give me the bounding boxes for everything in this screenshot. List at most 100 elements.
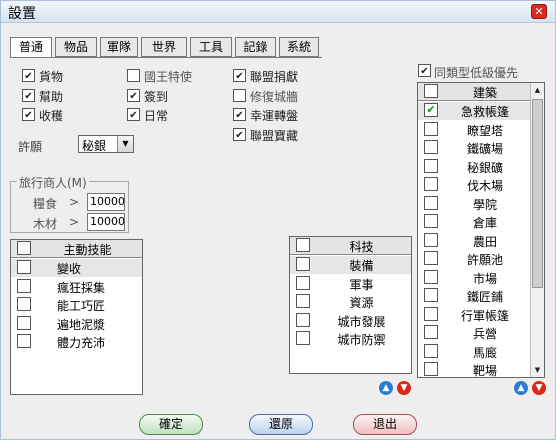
tab-1[interactable]: 物品 xyxy=(55,37,97,57)
item-checkbox[interactable] xyxy=(424,195,438,210)
tab-6[interactable]: 系統 xyxy=(279,37,319,57)
item-checkbox[interactable] xyxy=(17,260,31,274)
option-checkbox[interactable] xyxy=(233,108,246,121)
merchant-group: 旅行商人(M) 糧食 > 100000 木材 > 100000 xyxy=(10,174,129,233)
item-checkbox[interactable] xyxy=(424,325,438,339)
list-item[interactable]: 學院 xyxy=(418,195,530,213)
item-checkbox[interactable] xyxy=(17,297,31,311)
list-item[interactable]: 靶場 xyxy=(418,361,530,378)
item-checkbox[interactable] xyxy=(17,315,31,330)
skills-list[interactable]: 主動技能 變收 瘋狂採集 能工巧匠 遍地泥漿 體力充沛 xyxy=(10,239,143,395)
item-checkbox[interactable] xyxy=(424,177,438,191)
item-checkbox[interactable] xyxy=(296,331,310,345)
list-item[interactable]: 鐵礦場 xyxy=(418,139,530,157)
list-item[interactable]: 變收 xyxy=(11,259,142,277)
list-item-label: 城市發展 xyxy=(337,314,386,329)
wish-select[interactable]: 秘銀 ▼ xyxy=(78,135,134,153)
option-checkbox[interactable] xyxy=(22,69,35,82)
option-checkbox[interactable] xyxy=(233,127,246,141)
list-item[interactable]: 遍地泥漿 xyxy=(11,315,142,333)
list-item[interactable]: 能工巧匠 xyxy=(11,296,142,314)
item-checkbox[interactable] xyxy=(424,343,438,358)
select-all-checkbox[interactable] xyxy=(17,241,31,255)
list-item[interactable]: 農田 xyxy=(418,232,530,250)
option-checkbox[interactable] xyxy=(22,108,35,121)
select-all-checkbox[interactable] xyxy=(296,238,310,252)
reset-button[interactable]: 還原 xyxy=(249,414,313,435)
list-item[interactable]: 倉庫 xyxy=(418,213,530,231)
list-item[interactable]: 許願池 xyxy=(418,250,530,268)
list-item[interactable]: 體力充沛 xyxy=(11,333,142,351)
merchant-wood-input[interactable]: 100000 xyxy=(87,213,125,231)
close-icon[interactable]: ✕ xyxy=(531,4,547,19)
merchant-food-input[interactable]: 100000 xyxy=(87,193,125,211)
list-item-label: 農田 xyxy=(472,234,497,249)
option-checkbox[interactable] xyxy=(127,108,140,121)
item-checkbox[interactable] xyxy=(296,312,310,327)
item-checkbox[interactable] xyxy=(296,294,310,308)
item-checkbox[interactable] xyxy=(424,269,438,284)
list-item[interactable]: 鐵匠鋪 xyxy=(418,287,530,305)
arrow-down-icon[interactable]: ▼ xyxy=(532,381,546,395)
list-header: 科技 xyxy=(290,237,411,255)
list-item[interactable]: 兵營 xyxy=(418,324,530,342)
list-item-label: 行軍帳篷 xyxy=(460,308,509,323)
list-item-label: 裝備 xyxy=(349,259,374,273)
tab-3[interactable]: 世界 xyxy=(141,37,187,57)
list-item[interactable]: 裝備 xyxy=(290,256,411,274)
item-checkbox[interactable] xyxy=(424,214,438,228)
list-item-label: 城市防禦 xyxy=(337,333,386,347)
item-checkbox[interactable] xyxy=(424,288,438,302)
scroll-down-icon[interactable]: ▼ xyxy=(531,363,544,377)
scroll-up-icon[interactable]: ▲ xyxy=(531,83,544,97)
item-checkbox[interactable] xyxy=(296,275,310,290)
item-checkbox[interactable] xyxy=(17,334,31,348)
list-item[interactable]: 行軍帳篷 xyxy=(418,306,530,324)
chevron-down-icon[interactable]: ▼ xyxy=(117,136,133,152)
item-checkbox[interactable] xyxy=(424,251,438,265)
list-item[interactable]: 馬廄 xyxy=(418,343,530,361)
tab-0[interactable]: 普通 xyxy=(10,37,52,58)
scroll-thumb[interactable] xyxy=(532,99,543,288)
item-checkbox[interactable] xyxy=(424,140,438,154)
buildings-list[interactable]: 建築 ✔ 急救帳篷 瞭望塔 鐵礦場 秘銀礦 伐木場 學院 倉庫 農田 許願池 市場 鐵匠鋪 行軍帳篷 兵營馬… xyxy=(417,82,545,378)
ok-button[interactable]: 確定 xyxy=(139,414,203,435)
arrow-up-icon[interactable]: ▲ xyxy=(514,381,528,395)
list-item[interactable]: 伐木場 xyxy=(418,176,530,194)
build-priority-checkbox[interactable] xyxy=(418,64,431,77)
list-item[interactable]: ✔ 急救帳篷 xyxy=(418,102,530,120)
item-checkbox[interactable] xyxy=(17,278,31,293)
item-checkbox[interactable] xyxy=(296,257,310,271)
list-item-label: 鐵礦場 xyxy=(466,142,503,156)
list-item[interactable]: 瘋狂採集 xyxy=(11,278,142,296)
option-checkbox[interactable] xyxy=(127,69,140,82)
option-checkbox[interactable] xyxy=(233,88,246,102)
item-checkbox[interactable] xyxy=(424,306,438,321)
item-checkbox[interactable] xyxy=(424,121,438,136)
item-checkbox[interactable]: ✔ xyxy=(424,103,438,117)
arrow-down-icon[interactable]: ▼ xyxy=(397,381,411,395)
tab-5[interactable]: 記錄 xyxy=(235,37,276,57)
item-checkbox[interactable] xyxy=(424,362,438,376)
tech-list[interactable]: 科技裝備軍事資源城市發展城市防禦 xyxy=(289,236,412,374)
list-item[interactable]: 秘銀礦 xyxy=(418,158,530,176)
arrow-up-icon[interactable]: ▲ xyxy=(379,381,393,395)
option-checkbox[interactable] xyxy=(22,88,35,102)
scrollbar[interactable]: ▲ ▼ xyxy=(530,83,544,377)
option-checkbox[interactable] xyxy=(233,69,246,82)
item-checkbox[interactable] xyxy=(424,158,438,173)
option-checkbox[interactable] xyxy=(127,88,140,102)
list-item[interactable]: 市場 xyxy=(418,269,530,287)
item-checkbox[interactable] xyxy=(424,232,438,247)
list-item-label: 資源 xyxy=(349,296,374,310)
list-item[interactable]: 城市發展 xyxy=(290,312,411,330)
select-all-checkbox[interactable] xyxy=(424,84,438,98)
exit-button[interactable]: 退出 xyxy=(353,414,417,435)
list-item[interactable]: 城市防禦 xyxy=(290,330,411,348)
list-item[interactable]: 軍事 xyxy=(290,275,411,293)
tab-2[interactable]: 軍隊 xyxy=(100,37,138,57)
list-item[interactable]: 瞭望塔 xyxy=(418,121,530,139)
list-item[interactable]: 資源 xyxy=(290,293,411,311)
tab-4[interactable]: 工具 xyxy=(190,37,232,57)
list-item-label: 靶場 xyxy=(472,364,497,378)
